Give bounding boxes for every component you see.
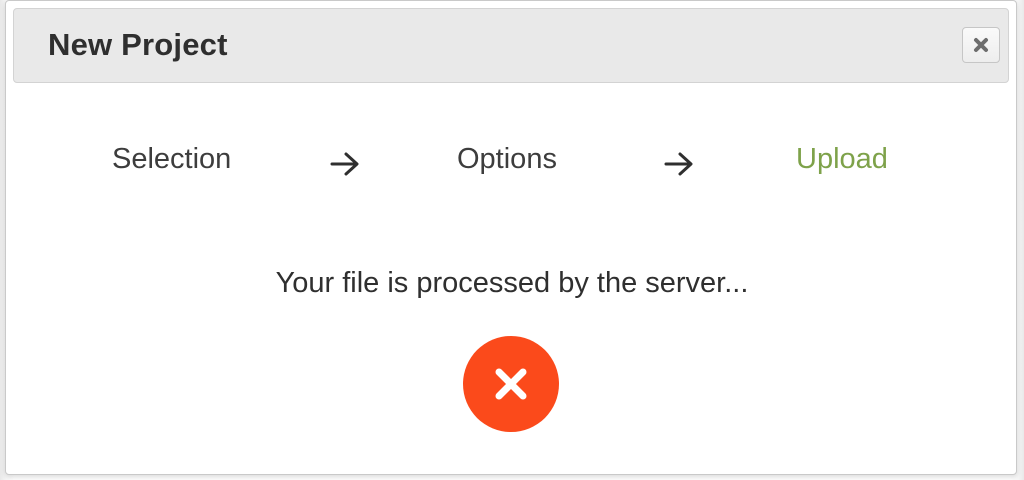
status-message: Your file is processed by the server... <box>275 267 749 299</box>
cancel-icon <box>495 368 527 400</box>
step-options: Options <box>457 143 557 175</box>
dialog-title: New Project <box>48 27 228 62</box>
arrow-right-icon <box>330 152 359 176</box>
new-project-dialog: New Project Selection Options Upload You… <box>5 0 1017 475</box>
wizard-steps: Selection Options Upload <box>6 143 1018 183</box>
step-upload: Upload <box>796 143 888 175</box>
dialog-titlebar: New Project <box>13 8 1009 83</box>
close-button[interactable] <box>962 27 1000 63</box>
cancel-upload-button[interactable] <box>463 336 559 432</box>
close-icon <box>974 38 988 52</box>
arrow-right-icon <box>664 152 693 176</box>
step-selection: Selection <box>112 143 232 175</box>
